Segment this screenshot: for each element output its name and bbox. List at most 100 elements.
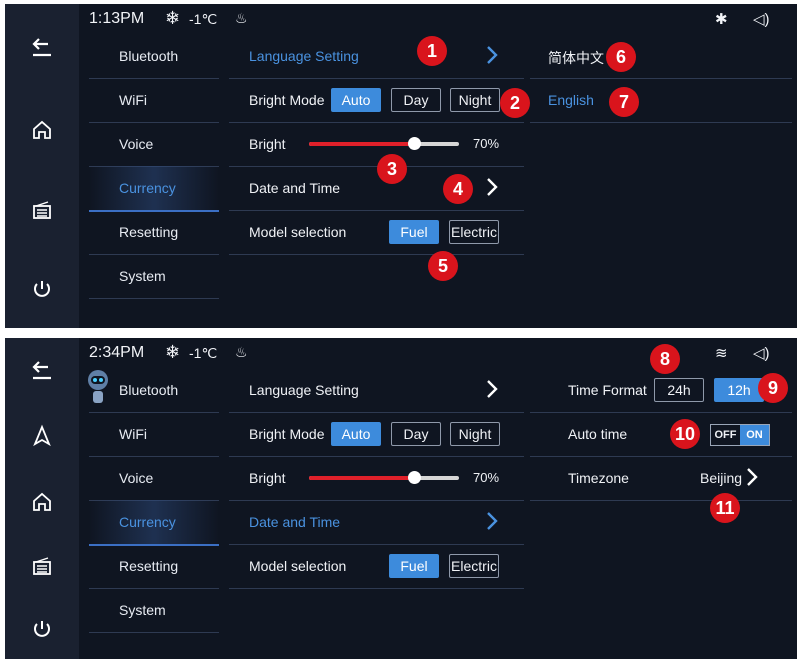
menu-label: Currency [119, 180, 176, 196]
mode-day-button[interactable]: Day [391, 422, 441, 446]
status-bar: 1:13PM ❄ -1℃ ♨ ✱ ◁) [89, 4, 797, 34]
fan-icon: ♨ [235, 10, 248, 26]
auto-time-row: Auto time OFF ON [530, 412, 792, 457]
menu-label: Voice [119, 136, 154, 152]
language-option-english[interactable]: English [530, 78, 792, 123]
power-icon [34, 281, 50, 297]
callout-badge: 7 [609, 87, 639, 117]
home-button[interactable] [5, 108, 79, 152]
toggle-on-label: ON [740, 425, 769, 445]
language-setting-label: Language Setting [249, 382, 359, 398]
menu-label: Resetting [119, 224, 179, 240]
time-format-12h-button[interactable]: 12h [714, 378, 764, 402]
power-button[interactable] [5, 608, 79, 652]
callout-badge: 9 [758, 373, 788, 403]
timezone-value: Beijing [700, 470, 743, 486]
mode-night-button[interactable]: Night [450, 422, 500, 446]
brightness-slider-handle[interactable] [408, 471, 421, 484]
callout-badge: 4 [443, 174, 473, 204]
settings-screen-bottom: 2:34PM ❄ -1℃ ♨ ≋ ◁) Bluetooth WiFi Voice… [5, 338, 797, 659]
date-time-label: Date and Time [249, 514, 341, 530]
radio-button[interactable] [5, 188, 79, 232]
radio-button[interactable] [5, 544, 79, 588]
language-setting-row[interactable]: Language Setting [229, 34, 524, 79]
language-setting-row[interactable]: Language Setting [229, 368, 524, 413]
menu-item-resetting[interactable]: Resetting [89, 544, 219, 589]
menu-item-voice[interactable]: Voice [89, 456, 219, 501]
timezone-label: Timezone [568, 470, 629, 486]
fan-icon: ♨ [235, 344, 248, 360]
bright-mode-row: Bright Mode Auto Day Night [229, 78, 524, 123]
power-button[interactable] [5, 268, 79, 312]
status-temperature: -1℃ [189, 345, 218, 361]
volume-icon: ◁) [753, 11, 770, 28]
auto-time-toggle[interactable]: OFF ON [710, 424, 770, 446]
model-fuel-button[interactable]: Fuel [389, 554, 439, 578]
side-nav [5, 4, 79, 328]
home-icon [33, 492, 51, 511]
model-electric-button[interactable]: Electric [449, 554, 499, 578]
menu-item-bluetooth[interactable]: Bluetooth [89, 368, 219, 413]
model-electric-button[interactable]: Electric [449, 220, 499, 244]
callout-badge: 11 [710, 493, 740, 523]
timezone-row[interactable]: Timezone Beijing [530, 456, 792, 501]
bright-mode-label: Bright Mode [249, 426, 325, 442]
bright-mode-label: Bright Mode [249, 92, 325, 108]
menu-item-system[interactable]: System [89, 588, 219, 633]
back-icon [32, 38, 51, 57]
brightness-slider[interactable] [309, 137, 459, 150]
model-fuel-button[interactable]: Fuel [389, 220, 439, 244]
settings-menu: Bluetooth WiFi Voice Currency Resetting … [89, 368, 223, 639]
brightness-value: 70% [473, 470, 500, 485]
menu-item-resetting[interactable]: Resetting [89, 210, 219, 255]
settings-screen-top: 1:13PM ❄ -1℃ ♨ ✱ ◁) Bluetooth WiFi Voice… [5, 4, 797, 328]
chevron-right-icon [487, 512, 498, 530]
menu-label: Currency [119, 514, 176, 530]
mode-auto-button[interactable]: Auto [331, 422, 381, 446]
chevron-right-icon [487, 380, 498, 398]
model-selection-row: Model selection Fuel Electric [229, 544, 524, 589]
navigation-button[interactable] [5, 414, 79, 458]
mode-night-button[interactable]: Night [450, 88, 500, 112]
language-option-label: 简体中文 [548, 50, 604, 66]
menu-item-voice[interactable]: Voice [89, 122, 219, 167]
date-time-label: Date and Time [249, 180, 341, 196]
volume-icon: ◁) [753, 345, 770, 362]
time-format-24h-button[interactable]: 24h [654, 378, 704, 402]
mode-auto-button[interactable]: Auto [331, 88, 381, 112]
menu-label: WiFi [119, 92, 147, 108]
menu-item-system[interactable]: System [89, 254, 219, 299]
chevron-right-icon [487, 46, 498, 64]
snowflake-icon: ❄ [165, 342, 181, 362]
menu-item-wifi[interactable]: WiFi [89, 78, 219, 123]
snowflake-icon: ❄ [165, 8, 181, 28]
status-time: 2:34PM [89, 344, 145, 361]
menu-label: Resetting [119, 558, 179, 574]
menu-item-wifi[interactable]: WiFi [89, 412, 219, 457]
brightness-slider-handle[interactable] [408, 137, 421, 150]
bluetooth-icon: ✱ [715, 11, 728, 28]
menu-label: System [119, 602, 166, 618]
model-selection-row: Model selection Fuel Electric [229, 210, 524, 255]
back-icon [32, 361, 51, 380]
wifi-icon: ≋ [715, 345, 728, 362]
mode-day-button[interactable]: Day [391, 88, 441, 112]
callout-badge: 10 [670, 419, 700, 449]
menu-label: Voice [119, 470, 154, 486]
back-button[interactable] [5, 25, 79, 69]
power-icon [34, 621, 50, 637]
menu-item-currency[interactable]: Currency [89, 500, 219, 546]
brightness-slider[interactable] [309, 471, 459, 484]
bright-row: Bright 70% [229, 456, 524, 501]
home-icon [33, 120, 51, 139]
language-option-chinese[interactable]: 简体中文 [530, 34, 792, 79]
bright-mode-row: Bright Mode Auto Day Night [229, 412, 524, 457]
home-button[interactable] [5, 480, 79, 524]
menu-item-bluetooth[interactable]: Bluetooth [89, 34, 219, 79]
callout-badge: 8 [650, 344, 680, 374]
menu-item-currency[interactable]: Currency [89, 166, 219, 212]
date-time-row[interactable]: Date and Time [229, 500, 524, 545]
back-button[interactable] [5, 348, 79, 392]
status-time: 1:13PM [89, 10, 145, 27]
navigation-icon [33, 424, 51, 447]
